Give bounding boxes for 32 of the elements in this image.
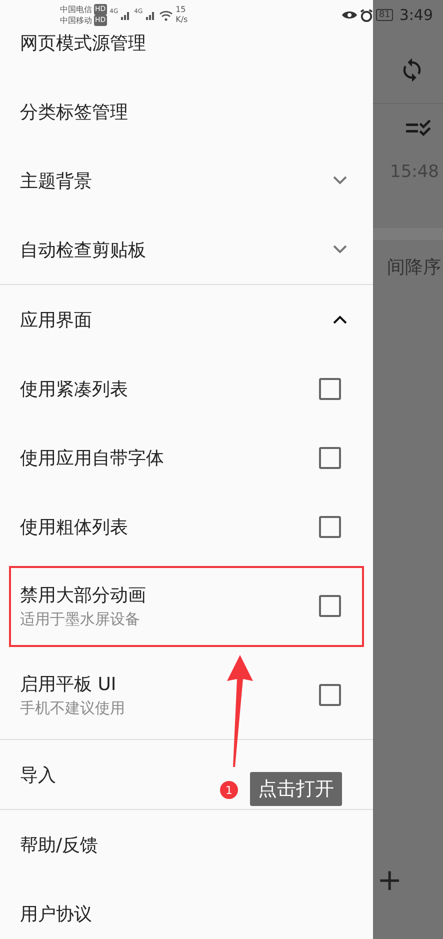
menu-item-label[interactable]: 启用平板 UI [20, 672, 319, 696]
menu-item-label[interactable]: 网页模式源管理 [20, 30, 353, 54]
carrier-name: 中国移动 [60, 15, 92, 26]
alarm-icon [360, 8, 373, 22]
menu-item-label[interactable]: 分类标签管理 [20, 100, 353, 124]
menu-item-label[interactable]: 用户协议 [20, 902, 353, 926]
menu-item-label[interactable]: 禁用大部分动画 [20, 582, 319, 606]
network-speed: 15 [176, 5, 187, 15]
wifi-icon [158, 10, 173, 20]
menu-item-label[interactable]: 主题背景 [20, 168, 333, 192]
signal-icon [121, 10, 132, 20]
menu-item-label[interactable]: 应用界面 [20, 308, 333, 332]
menu-item-label[interactable]: 帮助/反馈 [20, 832, 353, 856]
checklist-icon[interactable] [405, 119, 431, 137]
checkbox[interactable] [319, 516, 341, 538]
speed-unit: K/s [176, 15, 188, 25]
checkbox[interactable] [319, 594, 341, 616]
signal-icon [146, 10, 156, 20]
item-subtitle: 手机不建议使用 [20, 698, 126, 718]
checkbox[interactable] [319, 684, 341, 706]
battery-indicator: 81 [376, 9, 394, 21]
checkbox[interactable] [319, 378, 341, 400]
menu-item-label[interactable]: 使用粗体列表 [20, 514, 319, 538]
clock: 3:49 [399, 6, 433, 24]
checkbox[interactable] [319, 446, 341, 468]
tooltip: 点击打开 [250, 772, 342, 806]
menu-item-label[interactable]: 使用应用自带字体 [20, 446, 319, 470]
carrier-name: 中国电信 [60, 4, 92, 15]
eye-icon [342, 10, 357, 20]
menu-item-label[interactable]: 自动检查剪贴板 [20, 238, 333, 262]
item-subtitle: 适用于墨水屏设备 [20, 610, 141, 628]
menu-item-label[interactable]: 使用紧凑列表 [20, 376, 319, 400]
